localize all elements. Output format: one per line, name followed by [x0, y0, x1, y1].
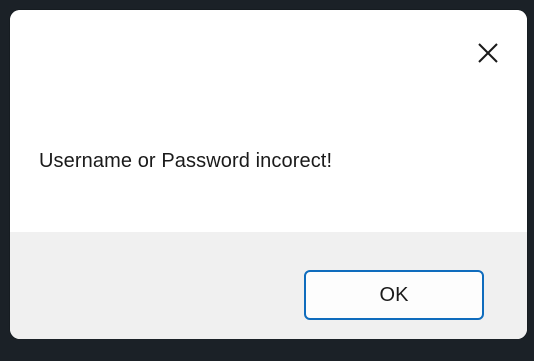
- close-icon: [477, 42, 499, 64]
- dialog-message: Username or Password incorect!: [39, 150, 333, 172]
- ok-button[interactable]: OK: [304, 270, 484, 320]
- message-dialog: Username or Password incorect! OK: [10, 10, 527, 339]
- taskbar-edge: [0, 339, 534, 361]
- dialog-content: Username or Password incorect!: [10, 10, 527, 232]
- close-button[interactable]: [465, 30, 511, 76]
- dialog-footer: OK: [10, 232, 527, 339]
